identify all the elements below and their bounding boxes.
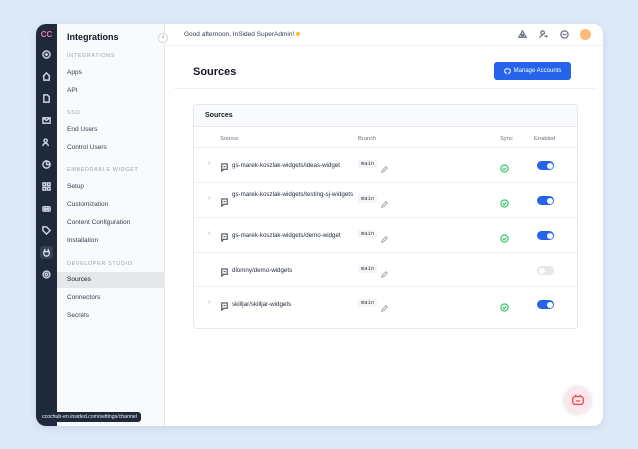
edit-branch-icon[interactable] — [380, 230, 389, 244]
repository-icon — [220, 194, 230, 208]
tag-icon[interactable] — [40, 224, 53, 237]
table-row[interactable]: › gs-marek-koszlak-widgets/demo-widget mai… — [194, 217, 577, 252]
sun-icon — [296, 32, 301, 37]
widget-icon[interactable] — [40, 202, 53, 215]
sources-card: Sources Source Branch Sync Enabled › gs-m… — [193, 104, 578, 329]
source-name: gs-marek-koszlak-widgets/testing-sj-widg… — [232, 191, 354, 198]
sidebar-item-setup[interactable]: Setup — [57, 179, 164, 195]
greeting: Good afternoon, InSided SuperAdmin! — [184, 31, 301, 38]
user-switch-icon[interactable] — [538, 29, 549, 40]
integrations-icon[interactable] — [40, 246, 53, 259]
enabled-toggle[interactable] — [537, 300, 554, 309]
app-logo[interactable]: CC — [36, 28, 57, 42]
sidebar-item-customization[interactable]: Customization — [57, 197, 164, 213]
settings-gear-icon[interactable] — [40, 268, 53, 281]
sidebar-item-sources[interactable]: Sources — [57, 272, 164, 288]
repository-icon — [220, 264, 230, 278]
expand-chevron-icon[interactable]: › — [208, 195, 210, 202]
enabled-toggle[interactable] — [537, 231, 554, 240]
sync-status-icon — [500, 230, 509, 243]
sidebar-section-sso: SSO — [67, 110, 81, 116]
table-row[interactable]: › gs-marek-koszlak-widgets/testing-sj-wid… — [194, 182, 577, 217]
sidebar-collapse-button[interactable]: ‹ — [158, 33, 168, 43]
edit-branch-icon[interactable] — [380, 195, 389, 209]
user-avatar[interactable] — [580, 29, 591, 40]
source-name: skilljar/skilljar-widgets — [232, 301, 292, 308]
mail-icon[interactable] — [40, 114, 53, 127]
source-name: gs-marek-koszlak-widgets/demo-widget — [232, 232, 341, 239]
edit-branch-icon[interactable] — [380, 265, 389, 279]
column-header-sync: Sync — [500, 136, 513, 142]
sidebar-item-control-users[interactable]: Control Users — [57, 140, 164, 156]
edit-branch-icon[interactable] — [380, 299, 389, 313]
repository-icon — [220, 298, 230, 312]
manage-accounts-button[interactable]: Manage Accounts — [494, 62, 571, 80]
toggle-knob — [546, 162, 553, 169]
toggle-knob — [546, 232, 553, 239]
chat-icon[interactable] — [559, 29, 570, 40]
home-icon[interactable] — [40, 70, 53, 83]
top-bar: Good afternoon, InSided SuperAdmin! — [166, 24, 603, 46]
sidebar-item-end-users[interactable]: End Users — [57, 122, 164, 138]
manage-accounts-label: Manage Accounts — [513, 68, 562, 74]
expand-chevron-icon[interactable]: › — [208, 230, 210, 237]
app-window: CC Integrations INTEGRATIONS Apps API SS… — [36, 24, 603, 426]
header-divider — [174, 88, 595, 89]
status-url-tooltip: ccochub-en.insided.com/settings/channel — [38, 412, 141, 422]
settings-sidebar: Integrations INTEGRATIONS Apps API SSO E… — [57, 24, 165, 426]
chat-widget-button[interactable] — [564, 386, 591, 413]
branch-name: main — [358, 230, 378, 238]
enabled-toggle[interactable] — [537, 161, 554, 170]
sidebar-item-installation[interactable]: Installation — [57, 233, 164, 249]
toggle-knob — [538, 267, 545, 274]
icon-rail: CC — [36, 24, 57, 426]
branch-name: main — [358, 299, 378, 307]
sidebar-section-embeddable-widget: EMBEDDABLE WIDGET — [67, 167, 139, 173]
expand-chevron-icon[interactable]: › — [208, 299, 210, 306]
sidebar-item-content-configuration[interactable]: Content Configuration — [57, 215, 164, 231]
column-header-branch: Branch — [358, 136, 377, 142]
repository-icon — [220, 159, 230, 173]
github-icon — [503, 67, 511, 74]
card-title: Sources — [194, 105, 577, 127]
sidebar-item-connectors[interactable]: Connectors — [57, 290, 164, 306]
community-icon[interactable] — [517, 29, 528, 40]
enabled-toggle[interactable] — [537, 196, 554, 205]
toggle-knob — [546, 301, 553, 308]
top-bar-actions — [517, 29, 591, 40]
expand-chevron-icon[interactable]: › — [208, 160, 210, 167]
sidebar-section-developer-studio: DEVELOPER STUDIO — [67, 261, 133, 267]
main-content: Sources Manage Accounts Sources Source B… — [174, 54, 595, 418]
edit-branch-icon[interactable] — [380, 160, 389, 174]
table-row[interactable]: › gs-marek-koszlak-widgets/ideas-widget ma… — [194, 147, 577, 182]
page-title: Sources — [193, 66, 237, 78]
branch-name: main — [358, 195, 378, 203]
column-header-enabled: Enabled — [534, 136, 556, 142]
sync-status-icon — [500, 299, 509, 312]
analytics-icon[interactable] — [40, 158, 53, 171]
enabled-toggle[interactable] — [537, 266, 554, 275]
table-row[interactable]: › skilljar/skilljar-widgets main — [194, 286, 577, 321]
sidebar-title: Integrations — [67, 32, 119, 42]
document-icon[interactable] — [40, 92, 53, 105]
branch-name: main — [358, 265, 378, 273]
sidebar-section-integrations: INTEGRATIONS — [67, 53, 116, 59]
sidebar-item-secrets[interactable]: Secrets — [57, 308, 164, 324]
repository-icon — [220, 229, 230, 243]
sidebar-item-api[interactable]: API — [57, 83, 164, 99]
sync-status-icon — [500, 195, 509, 208]
greeting-text: Good afternoon, InSided SuperAdmin! — [184, 31, 295, 38]
bot-icon — [571, 393, 584, 405]
column-header-source: Source — [220, 136, 239, 142]
source-name: dlomny/demo-widgets — [232, 267, 293, 274]
source-name: gs-marek-koszlak-widgets/ideas-widget — [232, 162, 340, 169]
plus-circle-icon[interactable] — [40, 48, 53, 61]
branch-name: main — [358, 160, 378, 168]
table-row[interactable]: dlomny/demo-widgets main — [194, 252, 577, 287]
sync-status-icon — [500, 160, 509, 173]
users-icon[interactable] — [40, 136, 53, 149]
toggle-knob — [546, 197, 553, 204]
sidebar-item-apps[interactable]: Apps — [57, 65, 164, 81]
grid-icon[interactable] — [40, 180, 53, 193]
